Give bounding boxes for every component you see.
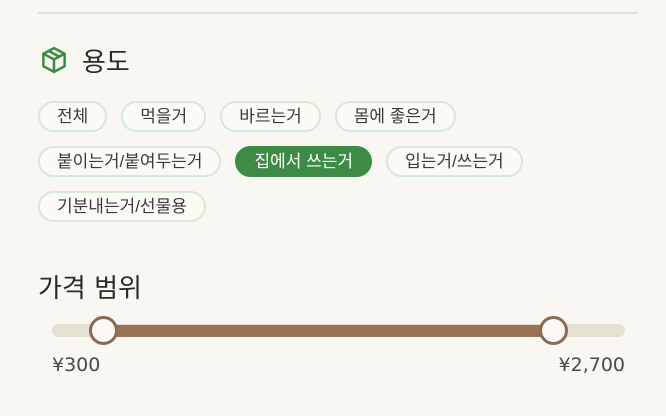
chip-stick-on[interactable]: 붙이는거/붙여두는거	[38, 146, 222, 177]
purpose-section-header: 용도	[38, 42, 130, 78]
box-icon	[38, 44, 70, 76]
price-slider-fill	[103, 325, 553, 337]
price-range-title: 가격 범위	[38, 274, 142, 304]
chip-health[interactable]: 몸에 좋은거	[334, 101, 456, 132]
chip-wearable[interactable]: 입는거/쓰는거	[386, 146, 523, 177]
purpose-chip-group: 전체 먹을거 바르는거 몸에 좋은거 붙이는거/붙여두는거 집에서 쓰는거 입는…	[38, 101, 598, 222]
chip-gift[interactable]: 기분내는거/선물용	[38, 191, 206, 222]
purpose-section-title: 용도	[82, 47, 130, 78]
chip-all[interactable]: 전체	[38, 101, 108, 132]
chip-home-use[interactable]: 집에서 쓰는거	[235, 146, 373, 177]
price-slider-min-handle[interactable]	[88, 316, 118, 345]
price-max-label: ¥2,700	[558, 354, 625, 376]
price-min-label: ¥300	[52, 354, 101, 376]
chip-food[interactable]: 먹을거	[121, 101, 207, 132]
price-slider-max-handle[interactable]	[538, 316, 568, 345]
section-divider	[38, 12, 638, 14]
chip-topical[interactable]: 바르는거	[220, 101, 321, 132]
